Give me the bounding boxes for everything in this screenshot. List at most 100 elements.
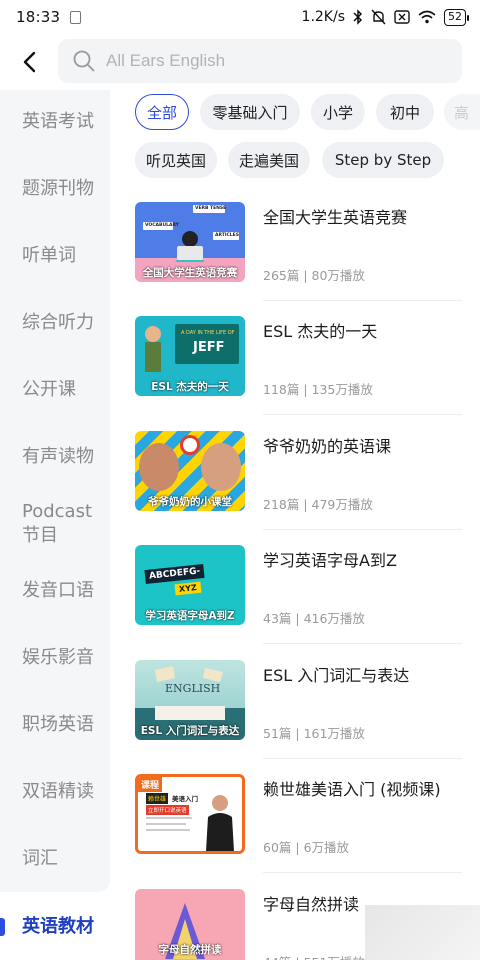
course-title: ESL 入门词汇与表达	[263, 666, 410, 685]
course-card[interactable]: 课程 赖世雄 美语入门 立即开口说英语 赖世雄美语入门 (视频课) 60篇 | …	[135, 774, 462, 884]
sidebar-item-comprehensive-listening[interactable]: 综合听力	[0, 311, 110, 335]
sidebar-item-workplace-english[interactable]: 职场英语	[0, 713, 110, 737]
status-bar: 18:33 1.2K/s 52	[0, 0, 480, 34]
divider	[263, 529, 462, 530]
sidebar-item-source-publications[interactable]: 题源刊物	[0, 177, 110, 201]
course-title: 爷爷奶奶的英语课	[263, 437, 392, 456]
sidebar-item-pronunciation[interactable]: 发音口语	[0, 579, 110, 603]
sidebar-item-label: 听单词	[22, 245, 76, 266]
badge-text: JEFF	[193, 340, 225, 355]
tag-label: 小学	[323, 103, 354, 122]
overlay-corner	[365, 905, 480, 960]
status-time: 18:33	[16, 8, 61, 26]
course-meta: 218篇 | 479万播放	[263, 497, 373, 512]
tag-label: 走遍美国	[239, 151, 300, 170]
course-thumbnail: 爷爷奶奶的小课堂	[135, 431, 245, 511]
thumbnail-caption: 全国大学生英语竞赛	[142, 266, 238, 279]
tag-label: 高	[454, 103, 470, 122]
sidebar-item-textbooks[interactable]: 英语教材	[0, 915, 110, 939]
sidebar-item-english-exam[interactable]: 英语考试	[0, 110, 110, 134]
sidebar-item-label: 词汇	[22, 848, 58, 869]
course-meta: 51篇 | 161万播放	[263, 726, 365, 741]
course-thumbnail: 课程 赖世雄 美语入门 立即开口说英语	[135, 774, 245, 854]
course-title: 字母自然拼读	[263, 895, 360, 914]
wifi-icon	[418, 10, 436, 24]
sidebar-item-label: 题源刊物	[22, 178, 94, 199]
course-thumbnail: 字母自然拼读	[135, 889, 245, 960]
badge-text: ENGLISH	[165, 682, 221, 695]
sidebar-item-open-course[interactable]: 公开课	[0, 378, 110, 402]
sidebar-item-label: 英语教材	[22, 916, 94, 937]
badge-text: A DAY IN THE LIFE OF	[181, 330, 235, 336]
course-title: 全国大学生英语竞赛	[263, 208, 408, 227]
badge-text: VERB TENSE	[195, 206, 227, 211]
tag-step-by-step[interactable]: Step by Step	[322, 142, 444, 178]
top-bar: All Ears English	[0, 34, 480, 90]
course-card[interactable]: ABCDEFG- XYZ 学习英语字母A到Z 学习英语字母A到Z 43篇 | 4…	[135, 545, 462, 655]
course-thumbnail: A DAY IN THE LIFE OF JEFF ESL 杰夫的一天	[135, 316, 245, 396]
course-meta: 44篇 | 551万播放	[263, 952, 365, 960]
search-input[interactable]: All Ears English	[58, 39, 462, 83]
course-title: 赖世雄美语入门 (视频课)	[263, 780, 441, 799]
sidebar-item-label: 发音口语	[22, 580, 94, 601]
document-icon	[70, 10, 82, 24]
sidebar-item-label: 有声读物	[22, 446, 94, 467]
tag-all[interactable]: 全部	[135, 94, 189, 130]
course-card[interactable]: ENGLISH ESL 入门词汇与表达 ESL 入门词汇与表达 51篇 | 16…	[135, 660, 462, 770]
tag-across-america[interactable]: 走遍美国	[228, 142, 310, 178]
tag-label: 听见英国	[146, 151, 207, 170]
badge-text: ARTICLES	[215, 233, 239, 238]
divider	[263, 643, 462, 644]
sidebar-item-label: 公开课	[22, 379, 76, 400]
tag-hear-britain[interactable]: 听见英国	[135, 142, 217, 178]
course-meta: 265篇 | 80万播放	[263, 268, 365, 283]
badge-text: XYZ	[174, 581, 202, 596]
divider	[263, 414, 462, 415]
course-meta: 60篇 | 6万播放	[263, 840, 350, 855]
divider	[263, 758, 462, 759]
sidebar-item-listen-words[interactable]: 听单词	[0, 244, 110, 268]
bluetooth-icon	[353, 9, 363, 25]
course-thumbnail: ENGLISH ESL 入门词汇与表达	[135, 660, 245, 740]
chevron-left-icon	[23, 51, 36, 73]
course-thumbnail: ABCDEFG- XYZ 学习英语字母A到Z	[135, 545, 245, 625]
sidebar-item-label: 英语考试	[22, 111, 94, 132]
course-card[interactable]: 爷爷奶奶的小课堂 爷爷奶奶的英语课 218篇 | 479万播放	[135, 431, 462, 541]
tag-label: Step by Step	[334, 151, 432, 169]
search-icon	[73, 50, 95, 72]
thumbnail-caption: 学习英语字母A到Z	[145, 609, 235, 622]
sidebar-item-entertainment[interactable]: 娱乐影音	[0, 646, 110, 670]
divider	[263, 872, 462, 873]
back-button[interactable]	[0, 34, 58, 90]
tag-zero-basics[interactable]: 零基础入门	[200, 94, 300, 130]
active-indicator	[0, 918, 5, 936]
sidebar-item-label: Podcast节目	[22, 501, 93, 546]
sidebar-item-bilingual-reading[interactable]: 双语精读	[0, 780, 110, 804]
tag-junior-high[interactable]: 初中	[376, 94, 434, 130]
sidebar-item-podcast[interactable]: Podcast节目	[0, 499, 110, 549]
sidebar-background	[0, 90, 110, 892]
tag-label: 初中	[390, 103, 421, 122]
sidebar-item-label: 综合听力	[22, 312, 94, 333]
thumbnail-caption: 爷爷奶奶的小课堂	[148, 495, 232, 508]
thumbnail-caption: ESL 杰夫的一天	[151, 380, 229, 393]
mute-bell-icon	[371, 9, 386, 25]
tag-senior-high[interactable]: 高	[444, 94, 480, 130]
network-speed: 1.2K/s	[301, 9, 345, 25]
tag-label: 全部	[147, 103, 178, 122]
course-card[interactable]: A DAY IN THE LIFE OF JEFF ESL 杰夫的一天 ESL …	[135, 316, 462, 426]
course-card[interactable]: VOCABULARY VERB TENSE ARTICLES 全国大学生英语竞赛…	[135, 202, 462, 312]
search-placeholder: All Ears English	[106, 51, 226, 70]
badge-text: VOCABULARY	[145, 223, 179, 228]
course-title: ESL 杰夫的一天	[263, 322, 378, 341]
tag-primary[interactable]: 小学	[311, 94, 365, 130]
thumbnail-caption: 字母自然拼读	[158, 943, 222, 956]
sidebar-item-audiobooks[interactable]: 有声读物	[0, 445, 110, 469]
tag-label: 零基础入门	[212, 103, 288, 122]
thumbnail-illustration	[146, 795, 234, 851]
sidebar-item-vocabulary[interactable]: 词汇	[0, 847, 110, 871]
sidebar-item-label: 娱乐影音	[22, 647, 94, 668]
course-meta: 118篇 | 135万播放	[263, 382, 373, 397]
course-title: 学习英语字母A到Z	[263, 551, 397, 570]
category-sidebar: 英语考试 题源刊物 听单词 综合听力 公开课 有声读物 Podcast节目 发音…	[0, 90, 110, 960]
